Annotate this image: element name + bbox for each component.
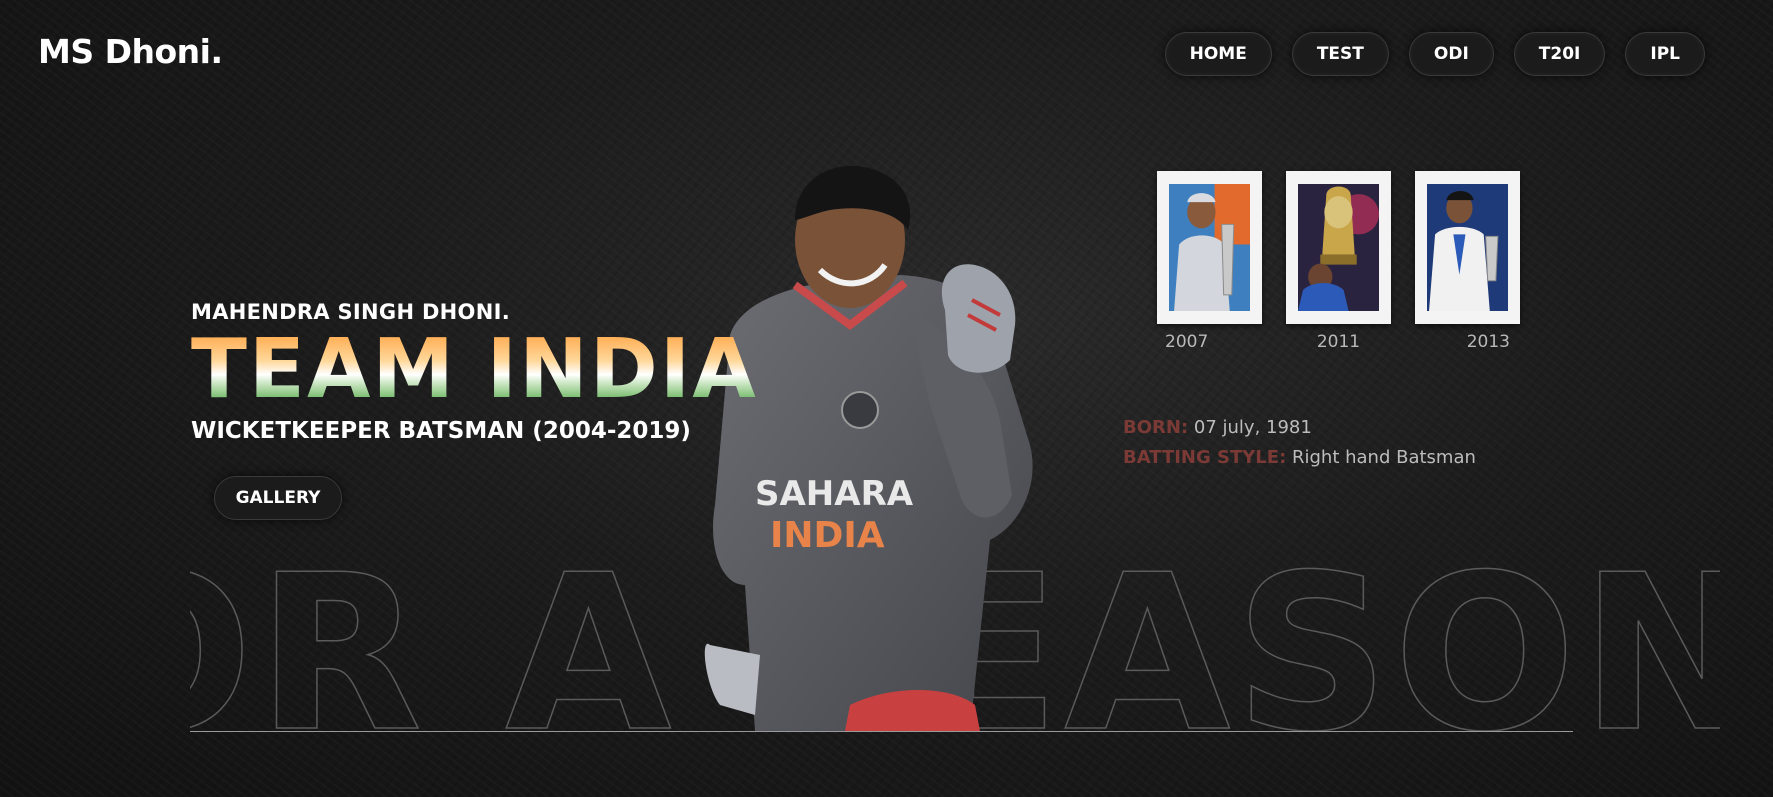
trophy-photo[interactable] [1415, 171, 1520, 324]
trophy-card-2007[interactable]: 2007 [1157, 171, 1262, 352]
trophy-year: 2013 [1466, 332, 1510, 352]
batting-style-row: BATTING STYLE: Right hand Batsman [1123, 443, 1476, 473]
svg-text:INDIA: INDIA [770, 515, 885, 556]
trophy-photo[interactable] [1286, 171, 1391, 324]
batting-style-label: BATTING STYLE: [1123, 447, 1287, 468]
svg-text:SAHARA: SAHARA [755, 474, 914, 514]
player-cutout-image: SAHARA INDIA [700, 165, 1120, 731]
player-bio: BORN: 07 july, 1981 BATTING STYLE: Right… [1123, 413, 1476, 473]
trophy-year: 2011 [1316, 332, 1361, 352]
nav-t20i-button[interactable]: T20I [1513, 32, 1606, 76]
hero-headline: TEAM INDIA [191, 322, 758, 417]
nav-ipl-button[interactable]: IPL [1625, 32, 1705, 76]
nav-home-button[interactable]: HOME [1164, 32, 1272, 76]
gallery-button[interactable]: GALLERY [214, 476, 342, 520]
trophy-photo[interactable] [1157, 171, 1262, 324]
trophy-year: 2007 [1165, 332, 1209, 352]
hero-intro: MAHENDRA SINGH DHONI. TEAM INDIA WICKETK… [191, 300, 758, 444]
trophy-card-2011[interactable]: 2011 [1286, 171, 1391, 352]
hero-baseline-divider [190, 731, 1573, 732]
trophy-gallery: 2007 2011 2013 [1157, 171, 1520, 352]
main-nav: HOME TEST ODI T20I IPL [1164, 32, 1705, 76]
trophy-card-2013[interactable]: 2013 [1415, 171, 1520, 352]
nav-test-button[interactable]: TEST [1291, 32, 1389, 76]
site-logo[interactable]: MS Dhoni. [38, 32, 223, 71]
born-value: 07 july, 1981 [1193, 417, 1312, 438]
born-label: BORN: [1123, 417, 1189, 438]
born-row: BORN: 07 july, 1981 [1123, 413, 1476, 443]
batting-style-value: Right hand Batsman [1292, 447, 1476, 468]
player-role: WICKETKEEPER BATSMAN (2004-2019) [191, 418, 691, 444]
nav-odi-button[interactable]: ODI [1408, 32, 1494, 76]
player-full-name: MAHENDRA SINGH DHONI. [191, 300, 510, 324]
